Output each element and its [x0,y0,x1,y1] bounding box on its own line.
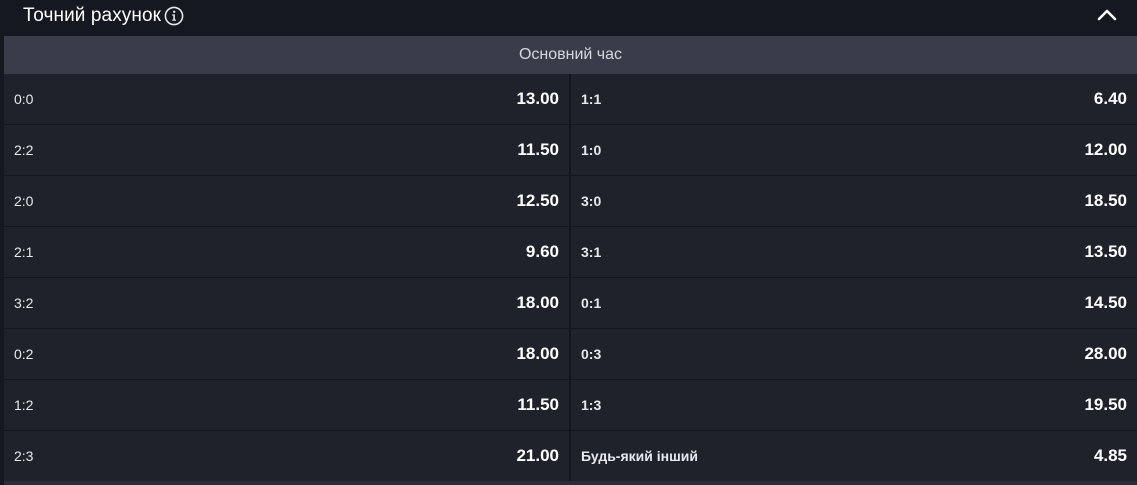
odds-cell[interactable]: 1:1 6.40 [571,74,1137,124]
odds-cell[interactable]: Будь-який інший 4.85 [571,431,1137,481]
score-label: 0:0 [14,91,34,107]
odds-cell[interactable]: 0:3 28.00 [571,329,1137,379]
odds-value: 14.50 [1084,293,1127,312]
odds-cell[interactable]: 1:3 19.50 [571,380,1137,430]
odds-value: 13.50 [1084,242,1127,261]
odds-value: 11.50 [517,140,559,159]
odds-value: 21.00 [516,446,559,465]
market-title: Точний рахунок [23,5,162,26]
odds-value: 11.50 [517,395,559,414]
odds-cell[interactable]: 1:0 12.00 [571,125,1137,175]
odds-value: 18.00 [516,293,559,312]
odds-value: 9.60 [525,242,559,261]
odds-cell[interactable]: 2:1 9.60 [4,227,569,277]
score-label: Будь-який інший [581,448,698,464]
period-header: Основний час [4,36,1137,74]
bottom-divider [4,481,1137,485]
score-label: 3:2 [14,295,34,311]
odds-cell[interactable]: 2:0 12.50 [4,176,569,226]
odds-cell[interactable]: 3:0 18.50 [571,176,1137,226]
score-label: 2:0 [14,193,34,209]
score-label: 0:3 [581,346,602,362]
period-label: Основний час [518,46,623,63]
odds-value: 18.50 [1084,191,1127,210]
odds-value: 12.00 [1084,140,1127,159]
odds-value: 6.40 [1093,89,1127,108]
odds-grid: 0:0 13.00 1:1 6.40 2:2 11.50 1:0 12.00 2… [4,74,1137,485]
odds-value: 19.50 [1084,395,1127,414]
info-icon[interactable] [164,6,184,26]
score-label: 3:1 [581,244,602,260]
score-label: 0:2 [14,346,34,362]
score-label: 3:0 [581,193,602,209]
chevron-up-icon[interactable] [1096,6,1118,22]
odds-value: 4.85 [1093,446,1127,465]
market-header[interactable]: Точний рахунок [0,0,1137,35]
odds-cell[interactable]: 2:3 21.00 [4,431,569,481]
score-label: 2:2 [14,142,34,158]
odds-cell[interactable]: 3:1 13.50 [571,227,1137,277]
odds-value: 12.50 [516,191,559,210]
odds-cell[interactable]: 2:2 11.50 [4,125,569,175]
odds-cell[interactable]: 1:2 11.50 [4,380,569,430]
score-label: 1:0 [581,142,602,158]
score-label: 2:3 [14,448,34,464]
score-label: 1:2 [14,397,34,413]
odds-cell[interactable]: 0:1 14.50 [571,278,1137,328]
odds-value: 28.00 [1084,344,1127,363]
odds-cell[interactable]: 3:2 18.00 [4,278,569,328]
score-label: 2:1 [14,244,34,260]
odds-cell[interactable]: 0:0 13.00 [4,74,569,124]
odds-value: 13.00 [516,89,559,108]
score-label: 1:1 [581,91,602,107]
score-label: 0:1 [581,295,602,311]
score-label: 1:3 [581,397,602,413]
odds-cell[interactable]: 0:2 18.00 [4,329,569,379]
odds-value: 18.00 [516,344,559,363]
